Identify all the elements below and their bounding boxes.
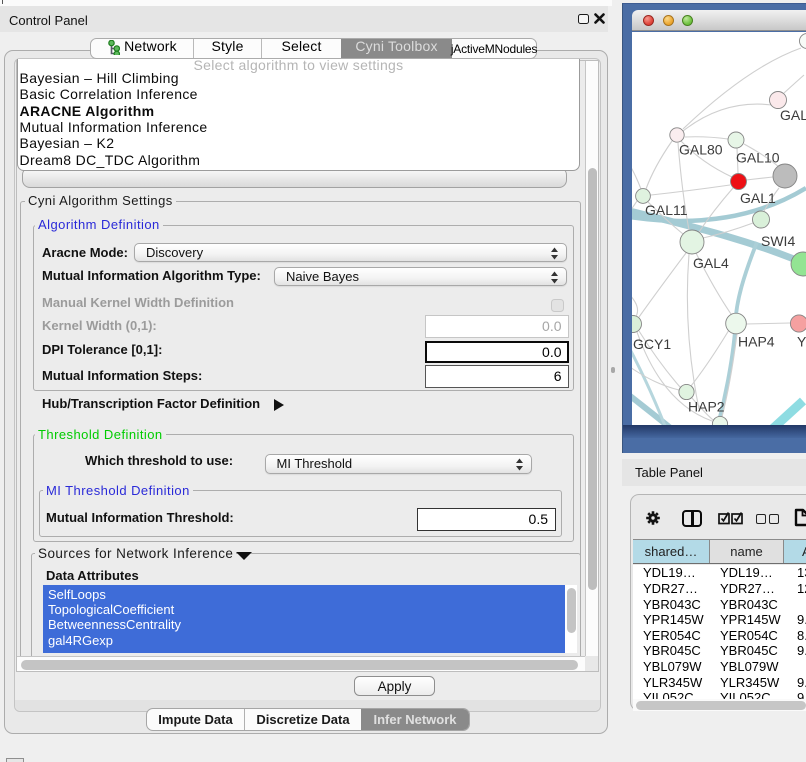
svg-text:GAL80: GAL80 xyxy=(679,142,723,158)
svg-text:GCY1: GCY1 xyxy=(633,336,671,352)
svg-text:GAL10: GAL10 xyxy=(736,150,780,166)
svg-text:HAP4: HAP4 xyxy=(738,334,775,350)
svg-text:YM: YM xyxy=(797,334,806,350)
svg-text:GAL11: GAL11 xyxy=(645,202,688,218)
svg-text:HAP2: HAP2 xyxy=(688,399,725,415)
svg-text:GAL1: GAL1 xyxy=(740,190,776,206)
svg-text:SWI4: SWI4 xyxy=(761,233,795,249)
svg-text:GAL4: GAL4 xyxy=(693,255,729,271)
svg-text:GAL2: GAL2 xyxy=(780,107,806,123)
